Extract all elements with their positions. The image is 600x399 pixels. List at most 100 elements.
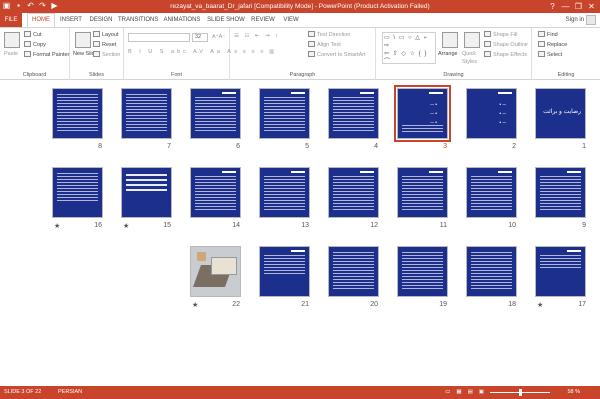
slide-number-4: 4 <box>374 143 378 150</box>
shape-effects-button[interactable]: Shape Effects <box>484 51 527 59</box>
sign-in-link[interactable]: Sign in <box>566 13 584 27</box>
slide-thumbnail-7[interactable] <box>121 88 172 139</box>
view-buttons: ▭ ▦ ▤ ▣ <box>445 386 484 399</box>
slide-thumbnail-18[interactable] <box>466 246 517 297</box>
slide-number-13: 13 <box>301 222 309 229</box>
slide-number-11: 11 <box>439 222 447 229</box>
font-label: Font <box>170 72 182 78</box>
normal-view-icon[interactable]: ▭ <box>445 386 450 399</box>
text-direction-button[interactable]: Text Direction <box>308 31 350 39</box>
slide-number-18: 18 <box>508 301 516 308</box>
slides-group: New Slide Layout Reset Section Slides <box>70 28 124 80</box>
tab-design[interactable]: DESIGN <box>87 13 115 27</box>
reset-button[interactable]: Reset <box>93 41 116 49</box>
title-bar: ▣ ▪ ↶ ↷ ▶ rezayat_va_baarat_Dr_jafari [C… <box>0 0 600 13</box>
slide-transition-icon[interactable]: ★ <box>54 222 60 230</box>
slide-number-15: 15 <box>163 222 171 229</box>
section-button[interactable]: Section <box>93 51 120 59</box>
slide-transition-icon[interactable]: ★ <box>537 301 543 309</box>
font-size-box[interactable]: 32 <box>192 33 208 42</box>
font-format-buttons[interactable]: B I U S abc AV Aa A <box>128 48 234 56</box>
list-buttons[interactable]: ☰ ☷ ⇤ ⇥ ↕ <box>234 32 280 40</box>
tab-insert[interactable]: INSERT <box>58 13 84 27</box>
grow-font-icon[interactable]: A⁺A⁻ <box>212 33 225 41</box>
shape-fill-button[interactable]: Shape Fill <box>484 31 517 39</box>
slide-thumbnail-4[interactable] <box>328 88 379 139</box>
quick-styles-button[interactable]: Quick Styles <box>462 50 482 66</box>
slide-thumbnail-14[interactable] <box>190 167 241 218</box>
slide-thumbnail-9[interactable] <box>535 167 586 218</box>
new-slide-icon[interactable] <box>75 32 91 48</box>
slide-number-12: 12 <box>370 222 378 229</box>
clipboard-group: Paste Cut Copy Format Painter Clipboard <box>0 28 70 80</box>
paste-icon[interactable] <box>4 32 20 48</box>
replace-icon <box>538 41 545 47</box>
replace-button[interactable]: Replace <box>538 41 567 49</box>
slide-sorter-view-icon[interactable]: ▦ <box>456 386 461 399</box>
slide-transition-icon[interactable]: ★ <box>192 301 198 309</box>
window-controls: ? — ❐ ✕ <box>546 0 598 13</box>
zoom-level[interactable]: 58 % <box>567 386 580 399</box>
reading-view-icon[interactable]: ▤ <box>468 386 473 399</box>
photo-screen <box>211 257 237 275</box>
slide-thumbnail-22[interactable] <box>190 246 241 297</box>
slide-thumbnail-12[interactable] <box>328 167 379 218</box>
drawing-label: Drawing <box>443 72 464 78</box>
slideshow-view-icon[interactable]: ▣ <box>479 386 484 399</box>
cut-button[interactable]: Cut <box>24 31 42 39</box>
font-group: 32 A⁺A⁻ B I U S abc AV Aa A Font <box>124 28 231 80</box>
paste-button[interactable]: Paste <box>4 50 18 58</box>
language-indicator[interactable]: PERSIAN <box>58 386 82 399</box>
copy-icon <box>24 41 31 47</box>
convert-smartart-button[interactable]: Convert to SmartArt <box>308 51 366 59</box>
slide-thumbnail-10[interactable] <box>466 167 517 218</box>
tab-animations[interactable]: ANIMATIONS <box>162 13 202 27</box>
drawing-group: ▭ \ ▭ ○ △ ⌐ ⇨⇦ ⇧ ◇ ☆ { } ⌒⬠ ⬡ ▱ ◻ ⊏ ⊐ Ar… <box>376 28 532 80</box>
find-button[interactable]: Find <box>538 31 558 39</box>
font-name-box[interactable] <box>128 33 190 42</box>
copy-button[interactable]: Copy <box>24 41 46 49</box>
select-button[interactable]: Select <box>538 51 562 59</box>
layout-button[interactable]: Layout <box>93 31 119 39</box>
quick-styles-icon[interactable] <box>464 32 480 48</box>
slide-thumbnail-1[interactable]: رضایت و برائت <box>535 88 586 139</box>
help-icon[interactable]: ? <box>546 0 559 13</box>
align-text-button[interactable]: Align Text <box>308 41 341 49</box>
slide-transition-icon[interactable]: ★ <box>123 222 129 230</box>
slide-number-14: 14 <box>232 222 240 229</box>
slide-thumbnail-13[interactable] <box>259 167 310 218</box>
slide-thumbnail-11[interactable] <box>397 167 448 218</box>
align-buttons[interactable]: ≡ ≡ ≡ ≡ ▥ <box>234 48 276 56</box>
slide-thumbnail-5[interactable] <box>259 88 310 139</box>
tab-slide-show[interactable]: SLIDE SHOW <box>206 13 246 27</box>
shape-outline-button[interactable]: Shape Outline <box>484 41 528 49</box>
slide-thumbnail-15[interactable] <box>121 167 172 218</box>
slide-thumbnail-20[interactable] <box>328 246 379 297</box>
restore-button[interactable]: ❐ <box>572 0 585 13</box>
tab-transitions[interactable]: TRANSITIONS <box>118 13 158 27</box>
slide-thumbnail-6[interactable] <box>190 88 241 139</box>
zoom-slider-handle[interactable] <box>519 389 522 396</box>
tab-view[interactable]: VIEW <box>280 13 302 27</box>
tab-home[interactable]: HOME <box>27 13 55 27</box>
format-painter-button[interactable]: Format Painter <box>24 51 69 59</box>
slide-thumbnail-21[interactable] <box>259 246 310 297</box>
tab-file[interactable]: FILE <box>0 13 22 27</box>
slide-number-20: 20 <box>370 301 378 308</box>
slide-thumbnail-17[interactable] <box>535 246 586 297</box>
slide-number-3: 3 <box>443 143 447 150</box>
arrange-icon[interactable] <box>442 32 458 48</box>
slide-thumbnail-3[interactable]: ─ • ─ • ─ • <box>394 85 451 142</box>
slide-thumbnail-2[interactable]: • ─ • ─ • ─ <box>466 88 517 139</box>
minimize-button[interactable]: — <box>559 0 572 13</box>
slide-number-19: 19 <box>439 301 447 308</box>
slide-thumbnail-16[interactable] <box>52 167 103 218</box>
ribbon: Paste Cut Copy Format Painter Clipboard … <box>0 27 600 80</box>
close-button[interactable]: ✕ <box>585 0 598 13</box>
avatar[interactable] <box>586 15 596 25</box>
arrange-button[interactable]: Arrange <box>438 50 458 58</box>
slide-thumbnail-19[interactable] <box>397 246 448 297</box>
tab-review[interactable]: REVIEW <box>250 13 276 27</box>
shapes-gallery[interactable]: ▭ \ ▭ ○ △ ⌐ ⇨⇦ ⇧ ◇ ☆ { } ⌒⬠ ⬡ ▱ ◻ ⊏ ⊐ <box>382 32 436 64</box>
slide-thumbnail-8[interactable] <box>52 88 103 139</box>
